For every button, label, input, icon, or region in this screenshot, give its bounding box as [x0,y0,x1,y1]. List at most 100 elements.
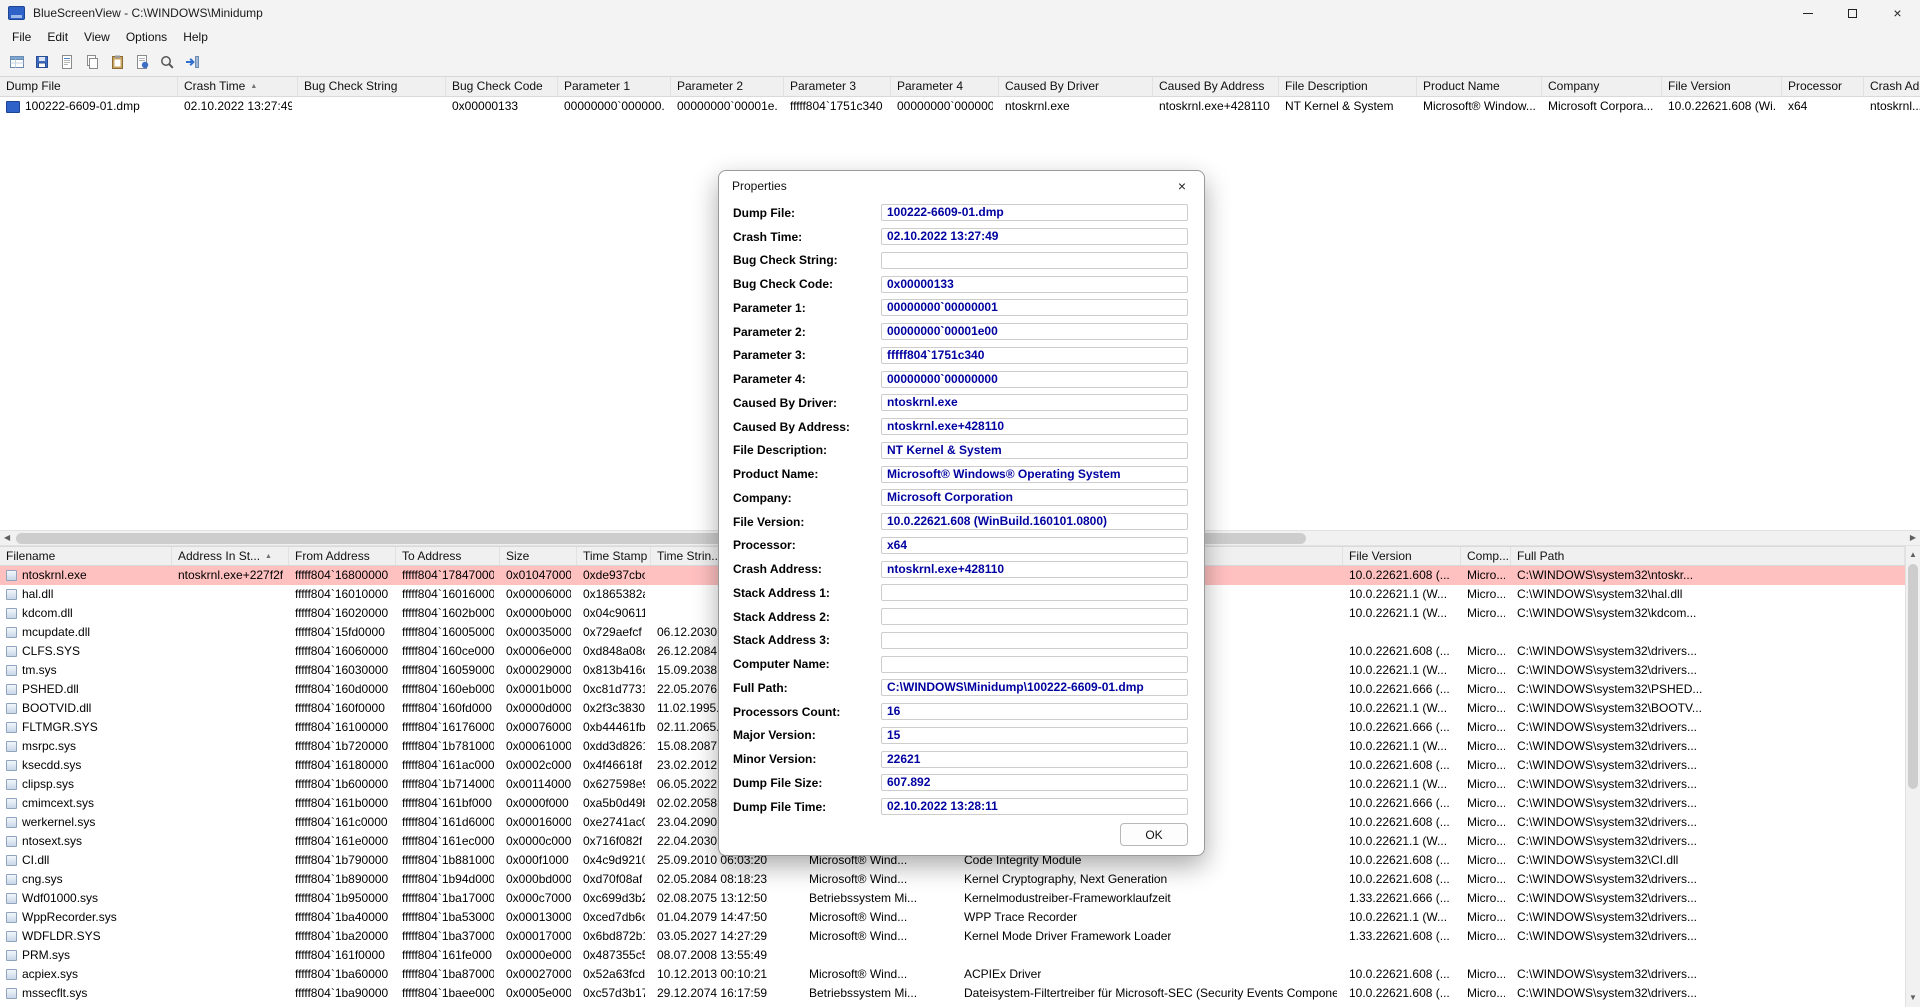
upper-header-processor[interactable]: Processor [1782,77,1864,96]
upper-header-parameter-4[interactable]: Parameter 4 [891,77,999,96]
upper-header-parameter-3[interactable]: Parameter 3 [784,77,891,96]
driver-row[interactable]: Wdf01000.sys fffff804`1b950000 fffff804`1b… [0,889,1905,908]
maximize-button[interactable] [1830,0,1875,26]
field-value[interactable]: 100222-6609-01.dmp [881,204,1188,222]
cell-text: WDFLDR.SYS [22,929,101,943]
field-value[interactable] [881,631,1188,649]
cell-address-in-st [172,927,289,946]
copy-details-icon[interactable] [106,51,128,73]
lower-header-full-path[interactable]: Full Path [1511,547,1905,565]
field-value[interactable]: 607.892 [881,774,1188,792]
lower-header-comp[interactable]: Comp... [1461,547,1511,565]
field-value[interactable]: 15 [881,726,1188,744]
field-value[interactable]: C:\WINDOWS\Minidump\100222-6609-01.dmp [881,679,1188,697]
field-value[interactable]: 16 [881,703,1188,721]
upper-header-caused-by-address[interactable]: Caused By Address [1153,77,1279,96]
upper-header-file-description[interactable]: File Description [1279,77,1417,96]
menu-help[interactable]: Help [175,26,216,48]
close-button[interactable]: × [1875,0,1920,26]
upper-header-crash-ad[interactable]: Crash Ad... [1864,77,1920,96]
lower-header-size[interactable]: Size [500,547,577,565]
upper-header-caused-by-driver[interactable]: Caused By Driver [999,77,1153,96]
minimize-button[interactable] [1785,0,1830,26]
table-view-icon[interactable] [6,51,28,73]
upper-header-file-version[interactable]: File Version [1662,77,1782,96]
upper-header-bug-check-code[interactable]: Bug Check Code [446,77,558,96]
app-icon [8,6,25,20]
cell-full-path: C:\WINDOWS\system32\drivers... [1511,927,1905,946]
cell-text: ntoskrnl.exe+227f2f [178,568,283,582]
scroll-down-icon[interactable]: ▼ [1909,991,1917,1005]
menu-file[interactable]: File [4,26,39,48]
scroll-right-icon[interactable]: ▶ [1910,531,1916,545]
vertical-scrollbar[interactable]: ▲ ▼ [1905,546,1920,1007]
lower-header-from-address[interactable]: From Address [289,547,396,565]
dump-file-row[interactable]: 100222-6609-01.dmp 02.10.2022 13:27:49 0x0… [0,97,1920,116]
field-value[interactable]: ntoskrnl.exe [881,394,1188,412]
lower-header-filename[interactable]: Filename [0,547,172,565]
lower-header-address-in-st[interactable]: Address In St... ▲ [172,547,289,565]
driver-row[interactable]: WDFLDR.SYS fffff804`1ba20000 fffff804`1ba3… [0,927,1905,946]
upper-header-parameter-2[interactable]: Parameter 2 [671,77,784,96]
field-value[interactable] [881,251,1188,269]
menu-view[interactable]: View [76,26,118,48]
field-value[interactable] [881,584,1188,602]
field-value[interactable]: NT Kernel & System [881,441,1188,459]
upper-header-parameter-1[interactable]: Parameter 1 [558,77,671,96]
field-value[interactable]: 02.10.2022 13:28:11 [881,798,1188,816]
driver-row[interactable]: mssecflt.sys fffff804`1ba90000 fffff804`1b… [0,984,1905,1003]
cell-text: Micro... [1467,929,1505,943]
cell-to-address: fffff804`16176000 [396,718,500,737]
find-icon[interactable] [156,51,178,73]
dialog-title-bar[interactable]: Properties × [719,171,1204,201]
advanced-options-icon[interactable] [181,51,203,73]
field-value[interactable] [881,608,1188,626]
upper-header-company[interactable]: Company [1542,77,1662,96]
scroll-up-icon[interactable]: ▲ [1909,548,1917,562]
field-value[interactable]: 02.10.2022 13:27:49 [881,228,1188,246]
vertical-scrollbar-thumb[interactable] [1908,564,1918,789]
cell-to-address: fffff804`17847000 [396,566,500,585]
field-value[interactable]: 00000000`00001e00 [881,323,1188,341]
menu-edit[interactable]: Edit [39,26,76,48]
upper-header-product-name[interactable]: Product Name [1417,77,1542,96]
scroll-left-icon[interactable]: ◀ [4,531,10,545]
properties-icon[interactable] [131,51,153,73]
driver-row[interactable]: WppRecorder.sys fffff804`1ba40000 fffff804… [0,908,1905,927]
ok-button[interactable]: OK [1120,823,1188,846]
field-value[interactable]: ntoskrnl.exe+428110 [881,418,1188,436]
field-value[interactable]: Microsoft Corporation [881,489,1188,507]
cell-caused-by-driver: ntoskrnl.exe [999,97,1153,116]
lower-header-file-version[interactable]: File Version [1343,547,1461,565]
field-value[interactable]: ntoskrnl.exe+428110 [881,560,1188,578]
driver-row[interactable]: cng.sys fffff804`1b890000 fffff804`1b94d00… [0,870,1905,889]
header-label: Bug Check String [304,79,398,93]
driver-row[interactable]: acpiex.sys fffff804`1ba60000 fffff804`1ba8… [0,965,1905,984]
upper-header-dump-file[interactable]: Dump File [0,77,178,96]
upper-header-bug-check-string[interactable]: Bug Check String [298,77,446,96]
field-value[interactable]: 00000000`00000001 [881,299,1188,317]
dialog-field-parameter-2: Parameter 2: 00000000`00001e00 [719,320,1204,344]
field-value[interactable]: fffff804`1751c340 [881,346,1188,364]
cell-text: 0x0000c000 [506,834,571,848]
field-value[interactable]: 00000000`00000000 [881,370,1188,388]
lower-header-time-stamp[interactable]: Time Stamp [577,547,651,565]
field-value[interactable]: 0x00000133 [881,275,1188,293]
field-value[interactable]: 10.0.22621.608 (WinBuild.160101.0800) [881,513,1188,531]
field-value[interactable]: x64 [881,536,1188,554]
lower-header-to-address[interactable]: To Address [396,547,500,565]
dialog-close-button[interactable]: × [1160,171,1204,201]
cell-text: 02.02.2058... [657,796,728,810]
cell-text: 10.0.22621.1 (W... [1349,663,1448,677]
field-value[interactable]: Microsoft® Windows® Operating System [881,465,1188,483]
html-report-icon[interactable] [56,51,78,73]
save-icon[interactable] [31,51,53,73]
driver-row[interactable]: PRM.sys fffff804`161f0000 fffff804`161fe00… [0,946,1905,965]
field-value[interactable] [881,655,1188,673]
field-value[interactable]: 22621 [881,750,1188,768]
title-bar[interactable]: BlueScreenView - C:\WINDOWS\Minidump × [0,0,1920,26]
menu-options[interactable]: Options [118,26,175,48]
copy-icon[interactable] [81,51,103,73]
cell-bug-check-string [298,97,446,116]
upper-header-crash-time[interactable]: Crash Time ▲ [178,77,298,96]
